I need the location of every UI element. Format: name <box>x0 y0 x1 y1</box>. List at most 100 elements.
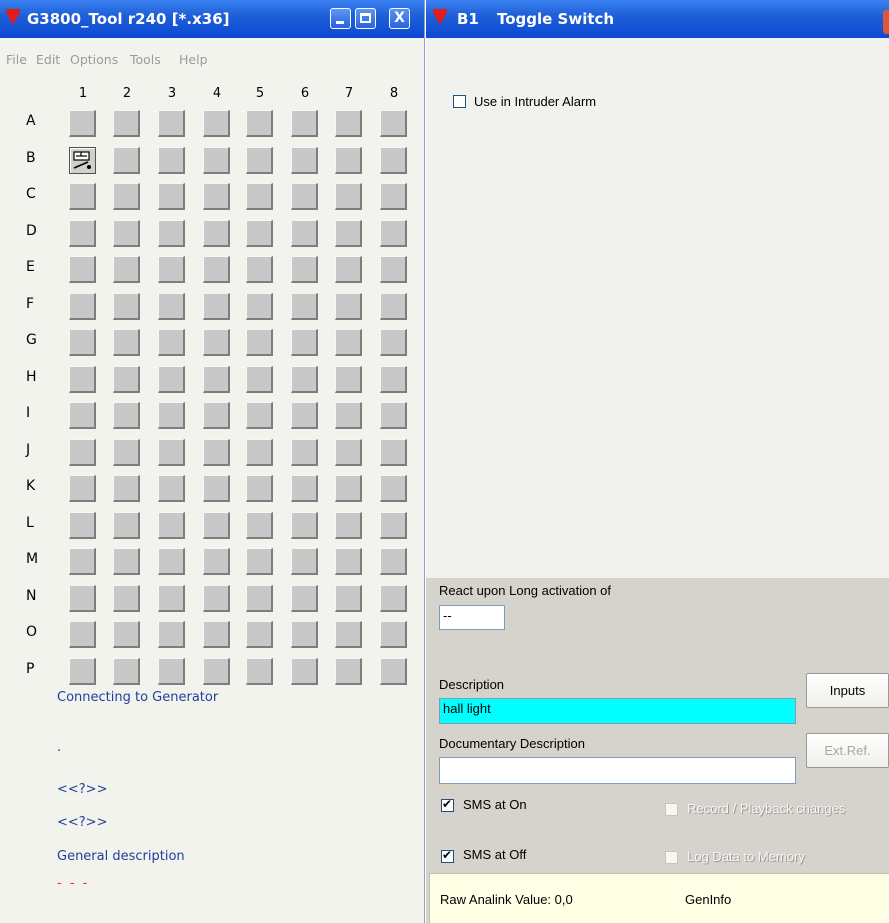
grid-cell-m7[interactable] <box>335 548 362 575</box>
grid-cell-j6[interactable] <box>291 439 318 466</box>
grid-cell-p8[interactable] <box>380 658 407 685</box>
grid-cell-b7[interactable] <box>335 147 362 174</box>
intruder-alarm-checkbox[interactable] <box>453 95 466 108</box>
grid-cell-i7[interactable] <box>335 402 362 429</box>
close-button-partial[interactable] <box>883 10 889 34</box>
grid-cell-l6[interactable] <box>291 512 318 539</box>
grid-cell-n7[interactable] <box>335 585 362 612</box>
grid-cell-m2[interactable] <box>113 548 140 575</box>
grid-cell-k4[interactable] <box>203 475 230 502</box>
menu-options[interactable]: Options <box>70 52 118 67</box>
grid-cell-e5[interactable] <box>246 256 273 283</box>
grid-cell-a1[interactable] <box>69 110 96 137</box>
grid-cell-p4[interactable] <box>203 658 230 685</box>
grid-cell-c3[interactable] <box>158 183 185 210</box>
grid-cell-b4[interactable] <box>203 147 230 174</box>
grid-cell-i8[interactable] <box>380 402 407 429</box>
grid-cell-m3[interactable] <box>158 548 185 575</box>
grid-cell-p3[interactable] <box>158 658 185 685</box>
grid-cell-h4[interactable] <box>203 366 230 393</box>
grid-cell-f6[interactable] <box>291 293 318 320</box>
menu-file[interactable]: File <box>6 52 27 67</box>
grid-cell-k3[interactable] <box>158 475 185 502</box>
gen-info-link[interactable]: GenInfo <box>685 892 731 907</box>
grid-cell-f4[interactable] <box>203 293 230 320</box>
grid-cell-h2[interactable] <box>113 366 140 393</box>
grid-cell-a3[interactable] <box>158 110 185 137</box>
grid-cell-o8[interactable] <box>380 621 407 648</box>
grid-cell-i5[interactable] <box>246 402 273 429</box>
grid-cell-n8[interactable] <box>380 585 407 612</box>
grid-cell-i3[interactable] <box>158 402 185 429</box>
description-input[interactable]: hall light <box>439 698 796 724</box>
grid-cell-n5[interactable] <box>246 585 273 612</box>
grid-cell-b1[interactable] <box>69 147 96 174</box>
grid-cell-n1[interactable] <box>69 585 96 612</box>
grid-cell-j8[interactable] <box>380 439 407 466</box>
grid-cell-i6[interactable] <box>291 402 318 429</box>
grid-cell-i2[interactable] <box>113 402 140 429</box>
grid-cell-e6[interactable] <box>291 256 318 283</box>
grid-cell-d4[interactable] <box>203 220 230 247</box>
grid-cell-d1[interactable] <box>69 220 96 247</box>
grid-cell-f7[interactable] <box>335 293 362 320</box>
grid-cell-h6[interactable] <box>291 366 318 393</box>
grid-cell-m5[interactable] <box>246 548 273 575</box>
grid-cell-o4[interactable] <box>203 621 230 648</box>
grid-cell-e3[interactable] <box>158 256 185 283</box>
grid-cell-d5[interactable] <box>246 220 273 247</box>
grid-cell-m4[interactable] <box>203 548 230 575</box>
grid-cell-c1[interactable] <box>69 183 96 210</box>
grid-cell-m8[interactable] <box>380 548 407 575</box>
grid-cell-g7[interactable] <box>335 329 362 356</box>
menu-tools[interactable]: Tools <box>130 52 161 67</box>
grid-cell-g4[interactable] <box>203 329 230 356</box>
grid-cell-h5[interactable] <box>246 366 273 393</box>
grid-cell-f2[interactable] <box>113 293 140 320</box>
grid-cell-o1[interactable] <box>69 621 96 648</box>
grid-cell-k8[interactable] <box>380 475 407 502</box>
grid-cell-o7[interactable] <box>335 621 362 648</box>
grid-cell-e1[interactable] <box>69 256 96 283</box>
grid-cell-a7[interactable] <box>335 110 362 137</box>
grid-cell-m6[interactable] <box>291 548 318 575</box>
grid-cell-a6[interactable] <box>291 110 318 137</box>
minimize-button[interactable] <box>330 8 351 29</box>
grid-cell-f5[interactable] <box>246 293 273 320</box>
log-data-checkbox[interactable] <box>665 851 678 864</box>
grid-cell-d7[interactable] <box>335 220 362 247</box>
grid-cell-p1[interactable] <box>69 658 96 685</box>
ext-ref-button[interactable]: Ext.Ref. <box>806 733 889 768</box>
sms-on-checkbox[interactable] <box>441 797 454 812</box>
properties-title-bar[interactable]: B1 Toggle Switch <box>426 0 889 38</box>
grid-cell-o2[interactable] <box>113 621 140 648</box>
grid-cell-g2[interactable] <box>113 329 140 356</box>
main-title-bar[interactable]: G3800_Tool r240 [*.x36] X <box>0 0 424 38</box>
record-playback-checkbox[interactable] <box>665 803 678 816</box>
grid-cell-a2[interactable] <box>113 110 140 137</box>
grid-cell-j5[interactable] <box>246 439 273 466</box>
grid-cell-h8[interactable] <box>380 366 407 393</box>
grid-cell-p6[interactable] <box>291 658 318 685</box>
maximize-button[interactable] <box>355 8 376 29</box>
grid-cell-a4[interactable] <box>203 110 230 137</box>
close-button[interactable]: X <box>389 8 410 29</box>
grid-cell-j3[interactable] <box>158 439 185 466</box>
grid-cell-k7[interactable] <box>335 475 362 502</box>
grid-cell-g3[interactable] <box>158 329 185 356</box>
sms-off-checkbox[interactable] <box>441 848 454 863</box>
grid-cell-e4[interactable] <box>203 256 230 283</box>
grid-cell-l4[interactable] <box>203 512 230 539</box>
grid-cell-l7[interactable] <box>335 512 362 539</box>
react-input[interactable]: -- <box>439 605 505 630</box>
grid-cell-a5[interactable] <box>246 110 273 137</box>
grid-cell-n2[interactable] <box>113 585 140 612</box>
grid-cell-b5[interactable] <box>246 147 273 174</box>
grid-cell-b3[interactable] <box>158 147 185 174</box>
grid-cell-h1[interactable] <box>69 366 96 393</box>
grid-cell-m1[interactable] <box>69 548 96 575</box>
grid-cell-j7[interactable] <box>335 439 362 466</box>
grid-cell-h3[interactable] <box>158 366 185 393</box>
grid-cell-e8[interactable] <box>380 256 407 283</box>
grid-cell-c2[interactable] <box>113 183 140 210</box>
